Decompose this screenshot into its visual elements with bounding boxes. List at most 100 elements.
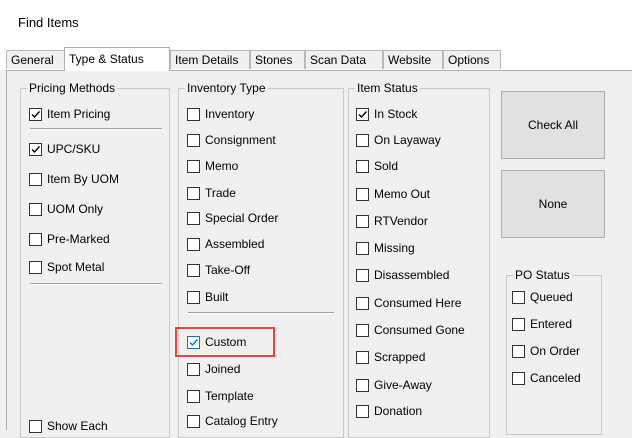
- group-title: Inventory Type: [185, 81, 268, 95]
- tab-label: Website: [388, 53, 432, 67]
- checkbox-pre-marked[interactable]: Pre-Marked: [29, 231, 110, 247]
- checkbox-memo[interactable]: Memo: [187, 158, 238, 174]
- checkbox-take-off[interactable]: Take-Off: [187, 262, 250, 278]
- checkbox-consignment[interactable]: Consignment: [187, 132, 276, 148]
- checkbox-box: [187, 290, 200, 304]
- checkbox-item-pricing[interactable]: Item Pricing: [29, 106, 110, 122]
- tab-general[interactable]: General: [6, 50, 66, 69]
- checkbox-label: Canceled: [530, 371, 581, 385]
- checkmark-icon: [358, 110, 368, 118]
- checkbox-inventory[interactable]: Inventory: [187, 106, 254, 122]
- checkbox-show-each[interactable]: Show Each: [29, 418, 108, 434]
- group-title: Item Status: [355, 81, 420, 95]
- checkbox-trade[interactable]: Trade: [187, 185, 236, 201]
- window-title: Find Items: [18, 15, 79, 30]
- checkbox-memo-out[interactable]: Memo Out: [356, 186, 430, 202]
- checkbox-label: In Stock: [374, 107, 418, 121]
- checkbox-on-order[interactable]: On Order: [512, 343, 580, 359]
- checkbox-upc-sku[interactable]: UPC/SKU: [29, 141, 100, 157]
- checkbox-label: Inventory: [205, 107, 255, 121]
- checkbox-label: Catalog Entry: [205, 414, 278, 428]
- checkbox-box: [512, 290, 525, 304]
- checkbox-canceled[interactable]: Canceled: [512, 370, 581, 386]
- tab-website[interactable]: Website: [383, 50, 443, 69]
- button-label: None: [538, 197, 568, 211]
- checkbox-box: [356, 241, 369, 255]
- checkbox-item-by-uom[interactable]: Item By UOM: [29, 171, 119, 187]
- checkbox-missing[interactable]: Missing: [356, 240, 415, 256]
- tab-stones[interactable]: Stones: [250, 50, 305, 69]
- checkbox-label: UOM Only: [47, 202, 104, 216]
- checkbox-custom[interactable]: Custom: [187, 334, 246, 350]
- check-all-button[interactable]: Check All: [501, 91, 605, 159]
- checkbox-box: [29, 142, 42, 156]
- checkbox-queued[interactable]: Queued: [512, 289, 573, 305]
- tab-label: General: [11, 53, 54, 67]
- checkbox-label: Donation: [374, 404, 423, 418]
- checkbox-label: Entered: [530, 317, 573, 331]
- checkbox-box: [512, 371, 525, 385]
- checkbox-box: [356, 187, 369, 201]
- checkbox-scrapped[interactable]: Scrapped: [356, 349, 425, 365]
- none-button[interactable]: None: [501, 170, 605, 238]
- checkbox-donation[interactable]: Donation: [356, 403, 422, 419]
- checkbox-box: [29, 419, 42, 433]
- tab-type-status[interactable]: Type & Status: [64, 47, 170, 71]
- checkbox-label: On Order: [530, 344, 581, 358]
- separator: [188, 312, 334, 314]
- checkbox-consumed-gone[interactable]: Consumed Gone: [356, 322, 465, 338]
- checkbox-box: [187, 414, 200, 428]
- checkbox-assembled[interactable]: Assembled: [187, 236, 264, 252]
- checkbox-special-order[interactable]: Special Order: [187, 210, 278, 226]
- checkbox-label: Assembled: [205, 237, 265, 251]
- checkbox-box: [187, 263, 200, 277]
- checkbox-joined[interactable]: Joined: [187, 361, 240, 377]
- tab-item-details[interactable]: Item Details: [170, 50, 250, 69]
- tab-label: Item Details: [175, 53, 239, 67]
- checkbox-box: [29, 202, 42, 216]
- separator: [30, 128, 162, 130]
- checkbox-in-stock[interactable]: In Stock: [356, 106, 417, 122]
- tab-options[interactable]: Options: [443, 50, 501, 69]
- checkbox-box: [187, 211, 200, 225]
- group-title: PO Status: [513, 268, 572, 282]
- checkbox-built[interactable]: Built: [187, 289, 228, 305]
- checkbox-consumed-here[interactable]: Consumed Here: [356, 295, 461, 311]
- checkbox-label: Consumed Gone: [374, 323, 465, 337]
- checkbox-give-away[interactable]: Give-Away: [356, 377, 432, 393]
- checkbox-box: [187, 389, 200, 403]
- checkbox-label: Missing: [374, 241, 415, 255]
- checkbox-template[interactable]: Template: [187, 388, 254, 404]
- checkbox-box: [356, 268, 369, 282]
- checkbox-box: [187, 237, 200, 251]
- checkbox-box: [29, 232, 42, 246]
- checkbox-sold[interactable]: Sold: [356, 158, 398, 174]
- tab-label: Scan Data: [310, 53, 367, 67]
- checkbox-label: Scrapped: [374, 350, 426, 364]
- checkbox-box: [356, 378, 369, 392]
- checkbox-rtvendor[interactable]: RTVendor: [356, 213, 428, 229]
- checkbox-box: [29, 172, 42, 186]
- checkbox-label: Item Pricing: [47, 107, 111, 121]
- checkbox-label: UPC/SKU: [47, 142, 101, 156]
- checkbox-uom-only[interactable]: UOM Only: [29, 201, 103, 217]
- checkmark-icon: [31, 110, 41, 118]
- checkbox-box: [512, 317, 525, 331]
- tab-scan-data[interactable]: Scan Data: [305, 50, 383, 69]
- tab-label: Options: [448, 53, 490, 67]
- checkbox-label: Disassembled: [374, 268, 450, 282]
- checkbox-spot-metal[interactable]: Spot Metal: [29, 259, 104, 275]
- checkbox-label: Joined: [205, 362, 241, 376]
- checkmark-icon: [189, 338, 199, 346]
- checkbox-disassembled[interactable]: Disassembled: [356, 267, 449, 283]
- checkbox-box: [356, 350, 369, 364]
- checkbox-label: Template: [205, 389, 254, 403]
- checkbox-box: [187, 335, 200, 349]
- checkbox-box: [356, 323, 369, 337]
- checkbox-label: Show Each: [47, 419, 108, 433]
- checkbox-box: [187, 133, 200, 147]
- checkbox-entered[interactable]: Entered: [512, 316, 572, 332]
- checkbox-on-layaway[interactable]: On Layaway: [356, 132, 441, 148]
- checkbox-label: Special Order: [205, 211, 279, 225]
- checkbox-label: Memo Out: [374, 187, 431, 201]
